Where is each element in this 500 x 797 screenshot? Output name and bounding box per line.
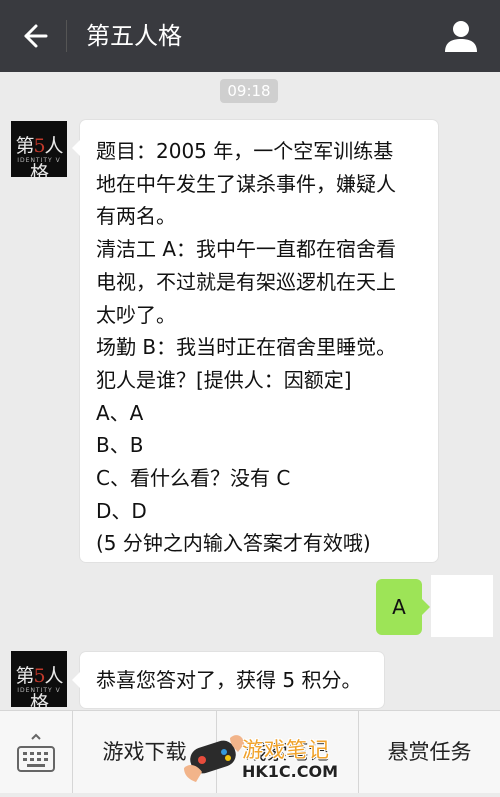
header-divider bbox=[66, 20, 67, 52]
question-message-bubble[interactable]: 题目：2005 年，一个空军训练基 地在中午发生了谋杀事件，嫌疑人 有两名。 清… bbox=[72, 120, 438, 562]
message-timestamp: 09:18 bbox=[220, 79, 278, 103]
keyboard-icon bbox=[17, 733, 55, 772]
menu-bounty-tasks[interactable]: 悬赏任务 bbox=[359, 711, 500, 793]
avatar-logo: 第5人格 bbox=[15, 135, 63, 177]
profile-icon bbox=[445, 21, 477, 52]
answer-option: C、看什么看？没有 C bbox=[96, 466, 291, 491]
question-note: (5 分钟之内输入答案才有效哦) bbox=[96, 531, 371, 556]
result-text: 恭喜您答对了，获得 5 积分。 bbox=[96, 668, 362, 692]
answer-option: B、B bbox=[96, 433, 144, 458]
bottom-menu-bar: 游戏下载 线索笔记 悬赏任务 bbox=[0, 710, 500, 793]
profile-button[interactable] bbox=[442, 18, 480, 54]
menu-game-download[interactable]: 游戏下载 bbox=[73, 711, 217, 793]
user-avatar[interactable] bbox=[431, 575, 493, 637]
question-line: 题目：2005 年，一个空军训练基 bbox=[96, 139, 394, 163]
question-line: 太吵了。 bbox=[96, 302, 176, 327]
user-reply-text: A bbox=[392, 595, 406, 619]
question-line: 犯人是谁？[提供人：因额定] bbox=[96, 367, 352, 392]
user-reply-bubble[interactable]: A bbox=[376, 579, 430, 635]
answer-option: D、D bbox=[96, 498, 147, 523]
top-bar: 第五人格 bbox=[0, 0, 500, 72]
back-arrow-icon bbox=[24, 24, 48, 48]
avatar-logo-subtitle: IDENTITY V bbox=[17, 687, 61, 694]
avatar-logo-subtitle: IDENTITY V bbox=[17, 157, 61, 164]
keyboard-toggle-button[interactable] bbox=[0, 711, 73, 793]
question-line: 场勤 B：我当时正在宿舍里睡觉。 bbox=[96, 335, 397, 360]
page-title: 第五人格 bbox=[86, 22, 182, 50]
menu-clue-notes[interactable]: 线索笔记 bbox=[217, 711, 359, 793]
avatar-logo: 第5人格 bbox=[15, 665, 63, 707]
bot-avatar[interactable]: 第5人格 IDENTITY V bbox=[11, 121, 67, 177]
question-line: 清洁工 A：我中午一直都在宿舍看 bbox=[96, 237, 397, 262]
back-button[interactable] bbox=[14, 20, 54, 52]
question-text: 题目：2005 年，一个空军训练基 地在中午发生了谋杀事件，嫌疑人 有两名。 清… bbox=[96, 135, 428, 560]
question-line: 有两名。 bbox=[96, 204, 176, 229]
answer-option: A、A bbox=[96, 400, 144, 425]
question-line: 地在中午发生了谋杀事件，嫌疑人 bbox=[96, 171, 396, 196]
bot-avatar[interactable]: 第5人格 IDENTITY V bbox=[11, 651, 67, 707]
result-message-bubble[interactable]: 恭喜您答对了，获得 5 积分。 bbox=[72, 652, 384, 708]
question-line: 电视，不过就是有架巡逻机在天上 bbox=[96, 269, 396, 294]
